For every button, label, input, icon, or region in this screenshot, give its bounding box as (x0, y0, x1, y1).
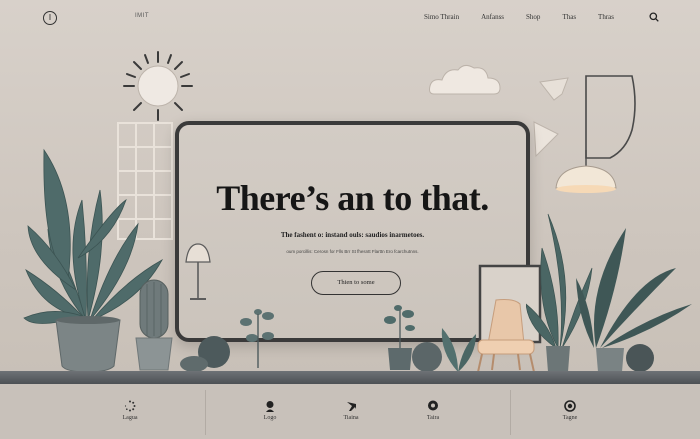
footer-item-tiaina[interactable]: Tiaina (326, 400, 376, 421)
spinner-icon (124, 400, 136, 412)
footer-label-tagne: Tagne (562, 415, 578, 421)
ring-icon (564, 400, 576, 412)
nav-link-shop[interactable]: Shop (526, 13, 540, 21)
cactus-icon (135, 279, 173, 371)
wall-shape (539, 77, 569, 101)
footer-item-taira[interactable]: Taira (408, 400, 458, 421)
search-icon[interactable] (649, 12, 659, 22)
nav-link-anfanss[interactable]: Anfanss (481, 13, 504, 21)
nav-links: Simo Thrain Anfanss Shop Thas Thras (424, 13, 636, 21)
user-icon (266, 401, 274, 412)
pendant-lamp-icon (555, 150, 617, 193)
shelf (0, 371, 700, 384)
small-plant-icon (240, 309, 274, 368)
footer-label-logo: Logo (263, 415, 277, 421)
wall-frame (585, 75, 636, 159)
badge-icon (428, 400, 438, 411)
footer-divider (205, 390, 206, 435)
footer-item-logo[interactable]: Logo (245, 400, 295, 421)
desk-lamp-icon (185, 243, 211, 300)
nav-link-thas[interactable]: Thas (562, 13, 576, 21)
hero-headline: There’s an to that. (216, 178, 489, 218)
cta-button[interactable]: Thien to some (311, 271, 401, 295)
hero-subline: The fashent o: instand ouls: saudios ina… (280, 231, 425, 239)
brand-name[interactable]: IMIT (135, 13, 149, 19)
footer-label-taira: Taira (426, 415, 440, 421)
nav-link-simo-thrain[interactable]: Simo Thrain (424, 13, 459, 21)
hero-small-text: oum porcillis: Cerosn for Flls Brr St fh… (286, 249, 419, 254)
plane-icon (347, 402, 356, 411)
footer-label-tiaina: Tiaina (343, 415, 359, 421)
top-navigation: I IMIT Simo Thrain Anfanss Shop Thas Thr… (0, 0, 700, 36)
footer-item-tagne[interactable]: Tagne (545, 400, 595, 421)
sun-icon (123, 51, 193, 121)
plant-right-icon (526, 213, 692, 372)
cloud-icon (429, 64, 501, 95)
footer-label-lagua: Lagua (122, 415, 138, 421)
footer-item-lagua[interactable]: Lagua (105, 400, 155, 421)
stone-icon (180, 336, 230, 372)
nav-link-thras[interactable]: Thras (598, 13, 614, 21)
logo-icon[interactable]: I (43, 11, 57, 25)
footer-divider (510, 390, 511, 435)
